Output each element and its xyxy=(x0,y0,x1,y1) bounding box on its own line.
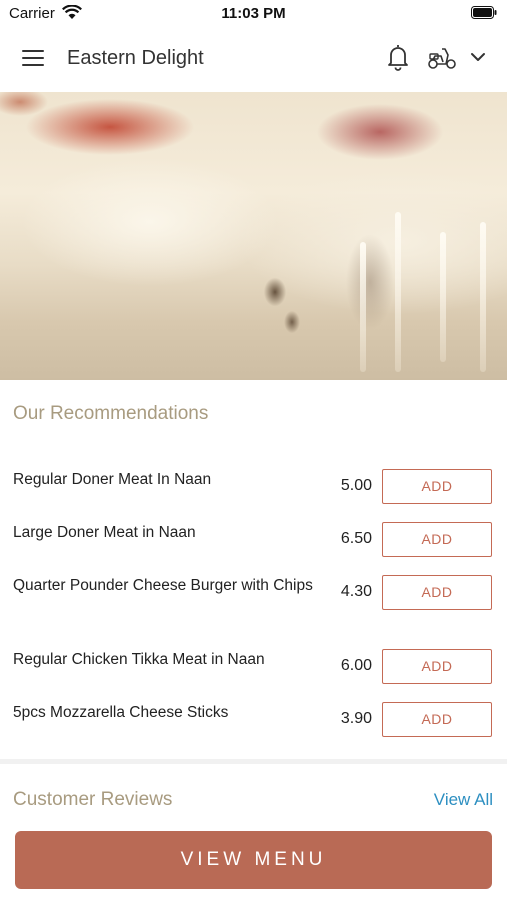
item-price: 6.50 xyxy=(340,530,372,547)
battery-icon xyxy=(471,6,497,19)
add-button[interactable]: ADD xyxy=(382,469,492,504)
chevron-down-icon[interactable] xyxy=(470,50,486,64)
view-all-link[interactable]: View All xyxy=(434,790,493,810)
item-name: Regular Doner Meat In Naan xyxy=(13,471,212,488)
item-name: Large Doner Meat in Naan xyxy=(13,524,196,541)
recommendations-heading: Our Recommendations xyxy=(13,403,209,424)
bell-icon[interactable] xyxy=(386,43,410,71)
top-navigation-bar: Eastern Delight xyxy=(0,26,507,92)
status-bar: Carrier 11:03 PM xyxy=(0,0,507,26)
scooter-icon[interactable] xyxy=(427,46,457,70)
status-time: 11:03 PM xyxy=(221,5,286,22)
hero-food-image xyxy=(0,92,507,380)
item-name: Quarter Pounder Cheese Burger with Chips xyxy=(13,577,313,594)
item-price: 5.00 xyxy=(340,477,372,494)
item-name: Regular Chicken Tikka Meat in Naan xyxy=(13,651,265,668)
section-divider xyxy=(0,759,507,764)
item-price: 6.00 xyxy=(340,657,372,674)
item-price: 4.30 xyxy=(340,583,372,600)
item-price: 3.90 xyxy=(340,710,372,727)
restaurant-title: Eastern Delight xyxy=(67,47,204,69)
view-menu-button[interactable]: VIEW MENU xyxy=(15,831,492,889)
menu-icon[interactable] xyxy=(22,49,46,67)
add-button[interactable]: ADD xyxy=(382,702,492,737)
add-button[interactable]: ADD xyxy=(382,649,492,684)
add-button[interactable]: ADD xyxy=(382,522,492,557)
item-name: 5pcs Mozzarella Cheese Sticks xyxy=(13,704,229,721)
reviews-heading: Customer Reviews xyxy=(13,789,173,810)
add-button[interactable]: ADD xyxy=(382,575,492,610)
